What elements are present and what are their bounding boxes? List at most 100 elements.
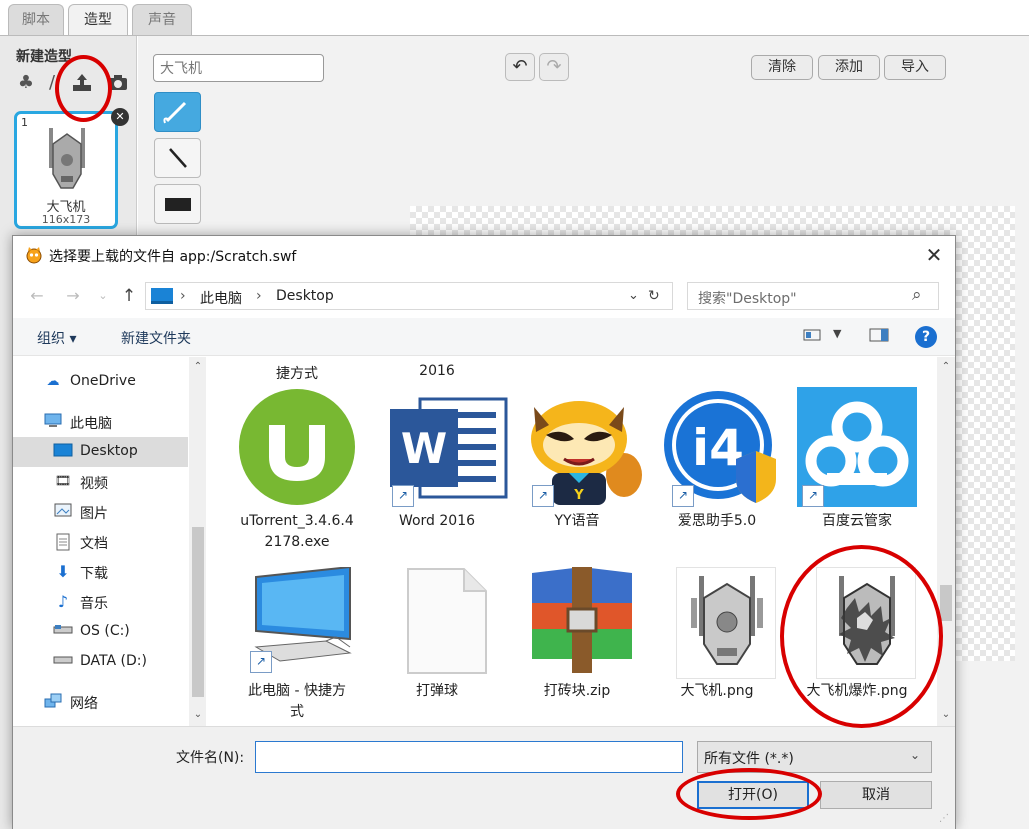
- search-box[interactable]: 搜索"Desktop" ⌕: [687, 282, 939, 310]
- file-label: 此电脑 - 快捷方: [248, 683, 346, 699]
- address-dropdown-icon[interactable]: ⌄: [628, 288, 639, 303]
- sidebar-item-onedrive[interactable]: ☁ OneDrive: [13, 367, 188, 397]
- shortcut-arrow-icon: ↗: [532, 485, 554, 507]
- sidebar-item-label: DATA (D:): [80, 653, 147, 669]
- file-grid-scrollbar[interactable]: ⌃ ⌄: [937, 357, 955, 726]
- import-button[interactable]: 导入: [884, 55, 946, 80]
- svg-text:Y: Y: [573, 488, 584, 503]
- help-icon[interactable]: ?: [915, 326, 937, 348]
- sidebar-item-music[interactable]: ♪ 音乐: [13, 587, 188, 617]
- costume-card[interactable]: 1 ✕ 大飞机 116x173: [14, 108, 129, 229]
- search-icon[interactable]: ⌕: [912, 285, 922, 305]
- file-item-breakout-zip[interactable]: 打砖块.zip: [512, 567, 642, 726]
- chevron-down-icon[interactable]: ⌄: [910, 748, 920, 762]
- sidebar-item-label: 下载: [80, 566, 108, 582]
- clear-button[interactable]: 清除: [751, 55, 813, 80]
- add-button[interactable]: 添加: [818, 55, 880, 80]
- scroll-up-icon[interactable]: ⌃: [937, 361, 955, 372]
- file-label: 打弹球: [416, 683, 458, 699]
- costume-name-input[interactable]: [153, 54, 324, 82]
- navigation-bar: ← → ⌄ ↑ › 此电脑 › Desktop ⌄ ↻ 搜索"Desktop" …: [13, 274, 955, 318]
- scroll-up-icon[interactable]: ⌃: [189, 361, 207, 372]
- file-label: 式: [290, 704, 304, 720]
- sidebar-item-label: 文档: [80, 536, 108, 552]
- sidebar-item-label: 图片: [80, 506, 108, 522]
- chevron-right-icon[interactable]: ›: [256, 288, 262, 304]
- document-icon: [53, 533, 73, 551]
- tab-scripts[interactable]: 脚本: [8, 4, 64, 36]
- picture-icon: [53, 503, 73, 521]
- chevron-right-icon[interactable]: ›: [180, 288, 186, 304]
- file-item-yy[interactable]: Y ↗ YY语音: [512, 387, 642, 547]
- navigation-pane: ☁ OneDrive 此电脑 Desktop 🎞 视频 图片 文档 ⬇ 下载 ♪: [13, 357, 188, 726]
- file-item-utorrent[interactable]: uTorrent_3.4.6.4 2178.exe: [232, 387, 362, 550]
- sidebar-scrollbar[interactable]: ⌃ ⌄: [189, 357, 207, 726]
- file-label: 打砖块.zip: [543, 683, 611, 699]
- tab-costumes[interactable]: 造型: [68, 4, 128, 36]
- recent-locations-icon[interactable]: ⌄: [93, 284, 113, 308]
- sidebar-item-documents[interactable]: 文档: [13, 527, 188, 557]
- file-item-this-pc-shortcut[interactable]: ↗ 此电脑 - 快捷方 式: [232, 567, 362, 726]
- scroll-down-icon[interactable]: ⌄: [937, 709, 955, 720]
- refresh-icon[interactable]: ↻: [648, 288, 660, 304]
- scroll-thumb[interactable]: [192, 527, 204, 697]
- organize-menu[interactable]: 组织 ▾: [37, 328, 76, 348]
- line-tool-icon[interactable]: [154, 138, 201, 178]
- forward-icon[interactable]: →: [63, 284, 83, 308]
- costume-number: 1: [21, 116, 28, 129]
- rectangle-tool-icon[interactable]: [154, 184, 201, 224]
- view-mode-icon[interactable]: [803, 327, 821, 346]
- sidebar-item-network[interactable]: 网络: [13, 687, 188, 717]
- sidebar-item-label: OS (C:): [80, 623, 130, 639]
- annotation-circle-upload: [55, 55, 112, 122]
- shortcut-arrow-icon: ↗: [250, 651, 272, 673]
- command-bar: 组织 ▾ 新建文件夹 ▼ ?: [13, 318, 955, 356]
- up-folder-icon[interactable]: ↑: [119, 284, 139, 308]
- address-bar[interactable]: › 此电脑 › Desktop ⌄ ↻: [145, 282, 673, 310]
- sidebar-item-label: OneDrive: [70, 373, 136, 389]
- sidebar-item-drive-d[interactable]: DATA (D:): [13, 647, 188, 677]
- file-label: 百度云管家: [822, 513, 892, 529]
- sidebar-item-this-pc[interactable]: 此电脑: [13, 407, 188, 437]
- cancel-button[interactable]: 取消: [820, 781, 932, 809]
- partial-file-label: 2016: [419, 363, 455, 379]
- redo-icon[interactable]: ↷: [539, 53, 569, 81]
- shortcut-arrow-icon: ↗: [802, 485, 824, 507]
- plane-thumbnail-icon: [49, 128, 85, 189]
- sidebar-item-label: 视频: [80, 476, 108, 492]
- sprite-library-icon[interactable]: ♣: [14, 72, 38, 98]
- scratch-cat-icon: [26, 247, 42, 264]
- this-pc-icon: [151, 288, 173, 304]
- plane-image-icon: [676, 567, 776, 679]
- view-dropdown-icon[interactable]: ▼: [833, 327, 841, 340]
- filename-label: 文件名(N):: [176, 750, 245, 766]
- back-icon[interactable]: ←: [27, 284, 47, 308]
- file-item-baidu-cloud[interactable]: ↗ 百度云管家: [792, 387, 922, 547]
- scroll-down-icon[interactable]: ⌄: [189, 709, 207, 720]
- resize-grip-icon[interactable]: ⋰: [939, 813, 949, 824]
- tab-sounds[interactable]: 声音: [132, 4, 192, 36]
- sidebar-item-pictures[interactable]: 图片: [13, 497, 188, 527]
- undo-icon[interactable]: ↶: [505, 53, 535, 81]
- new-folder-button[interactable]: 新建文件夹: [121, 328, 191, 348]
- sidebar-item-desktop[interactable]: Desktop: [13, 437, 188, 467]
- file-item-pinball[interactable]: 打弹球: [372, 567, 502, 726]
- winrar-icon: [532, 567, 632, 673]
- brush-tool-icon[interactable]: [154, 92, 201, 132]
- scroll-thumb[interactable]: [940, 585, 952, 621]
- close-icon[interactable]: ✕: [919, 240, 949, 270]
- search-input[interactable]: 搜索"Desktop": [698, 288, 797, 308]
- filename-input[interactable]: ⌄: [255, 741, 914, 773]
- breadcrumb-this-pc[interactable]: 此电脑: [200, 288, 242, 308]
- preview-pane-icon[interactable]: [869, 327, 889, 346]
- download-icon: ⬇: [56, 562, 70, 581]
- sidebar-item-videos[interactable]: 🎞 视频: [13, 467, 188, 497]
- delete-costume-icon[interactable]: ✕: [111, 108, 129, 126]
- file-item-i4-assistant[interactable]: i4 ↗ 爱思助手5.0: [652, 387, 782, 547]
- sidebar-item-downloads[interactable]: ⬇ 下载: [13, 557, 188, 587]
- partial-file-label: 捷方式: [276, 366, 318, 382]
- breadcrumb-desktop[interactable]: Desktop: [276, 288, 334, 304]
- sidebar-item-drive-c[interactable]: OS (C:): [13, 617, 188, 647]
- file-item-plane-png[interactable]: 大飞机.png: [652, 567, 782, 726]
- file-item-word-2016[interactable]: W ↗ Word 2016: [372, 387, 508, 547]
